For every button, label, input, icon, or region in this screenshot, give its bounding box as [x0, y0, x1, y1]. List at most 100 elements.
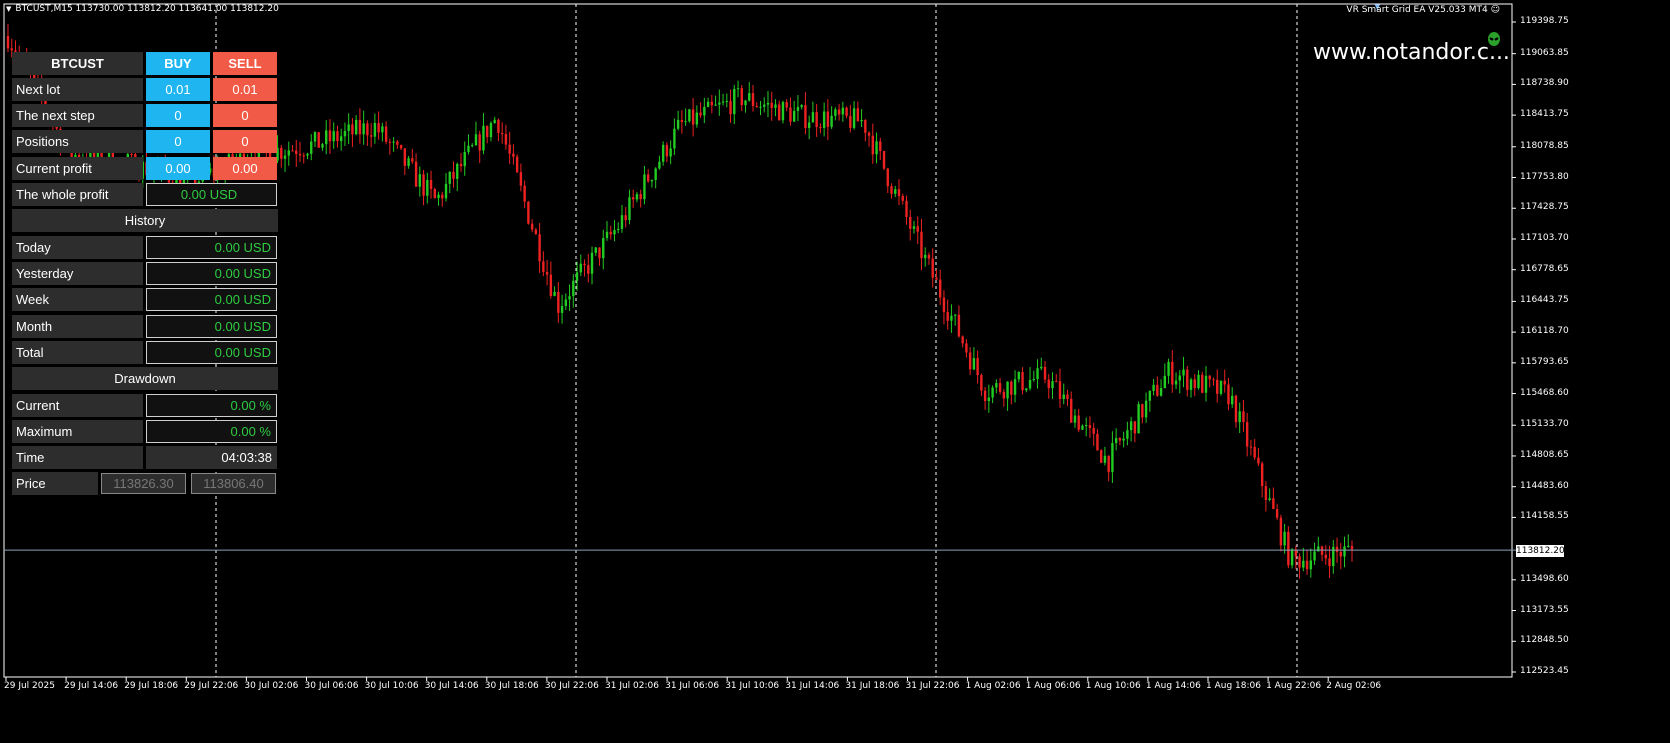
candle-body	[291, 150, 294, 152]
sell-next-lot[interactable]: 0.01	[213, 78, 277, 101]
candle-body	[583, 263, 586, 266]
candle-body	[298, 154, 302, 156]
x-axis-label: 31 Jul 06:06	[665, 681, 720, 691]
candle-body	[856, 108, 860, 122]
candle-body	[744, 100, 747, 106]
candle-body	[500, 132, 504, 135]
candle-body	[845, 107, 848, 116]
watermark: www.notandor.c...	[1313, 40, 1510, 65]
sell-current-profit[interactable]: 0.00	[213, 157, 277, 180]
candle-body	[418, 174, 422, 187]
buy-next-step[interactable]: 0	[146, 104, 210, 127]
candle-body	[403, 148, 407, 166]
candle-body	[1025, 388, 1028, 391]
candle-body	[504, 134, 508, 145]
candle-body	[703, 106, 706, 116]
candle-body	[1302, 560, 1305, 568]
y-axis-label: 116118.70	[1520, 326, 1569, 337]
row-label: Current	[12, 394, 143, 417]
y-axis-label: 117428.75	[1520, 202, 1569, 213]
candle-body	[710, 101, 714, 106]
candle-body	[549, 274, 553, 296]
symbol-header-text: BTCUST,M15 113730.00 113812.20 113641.00…	[15, 4, 279, 14]
row-label: Price	[12, 472, 98, 495]
ea-label[interactable]: VR Smart Grid EA V25.033 MT4 ☺	[1346, 5, 1500, 15]
candle-body	[1245, 422, 1249, 447]
candle-body	[1201, 374, 1204, 393]
candle-body	[946, 312, 949, 321]
x-axis-label: 1 Aug 18:06	[1206, 681, 1261, 691]
history-row-month: Month 0.00 USD	[12, 315, 280, 338]
candle-body	[1010, 381, 1013, 395]
candle-body	[751, 93, 755, 106]
candle-body	[1238, 411, 1241, 423]
candle-body	[1133, 421, 1137, 434]
candle-body	[691, 109, 695, 125]
history-title: History	[12, 209, 278, 232]
row-label: Week	[12, 288, 143, 311]
y-axis-label: 116443.75	[1520, 295, 1569, 306]
x-axis-label: 29 Jul 18:06	[124, 681, 179, 691]
history-value: 0.00 USD	[146, 288, 277, 311]
candle-body	[1043, 366, 1047, 380]
candle-body	[1047, 379, 1050, 389]
candle-body	[295, 150, 298, 155]
candle-body	[837, 109, 841, 115]
panel-row-positions: Positions 0 0	[12, 130, 280, 153]
candle-body	[538, 234, 541, 262]
candle-body	[1171, 361, 1174, 385]
candle-body	[748, 93, 751, 101]
y-axis-label: 114158.55	[1520, 511, 1569, 522]
candle-body	[373, 122, 377, 137]
candle-body	[628, 197, 631, 221]
candle-body	[489, 123, 493, 138]
panel-symbol: BTCUST	[12, 52, 143, 75]
candle-body	[785, 102, 788, 108]
row-label: The whole profit	[12, 183, 143, 206]
sell-button[interactable]: SELL	[213, 52, 277, 75]
candle-body	[968, 352, 972, 370]
candle-body	[804, 105, 807, 129]
sell-next-step[interactable]: 0	[213, 104, 277, 127]
candle-body	[774, 104, 777, 108]
candle-body	[995, 383, 998, 388]
candle-body	[1216, 379, 1219, 394]
candle-body	[1062, 394, 1065, 399]
y-axis-label: 118413.75	[1520, 109, 1569, 120]
drawdown-title: Drawdown	[12, 367, 278, 390]
buy-current-profit[interactable]: 0.00	[146, 157, 210, 180]
candle-body	[650, 179, 654, 182]
candle-body	[1152, 384, 1155, 391]
row-label: Yesterday	[12, 262, 143, 285]
sell-positions[interactable]: 0	[213, 130, 277, 153]
buy-button[interactable]: BUY	[146, 52, 210, 75]
buy-next-lot[interactable]: 0.01	[146, 78, 210, 101]
y-axis-label: 113498.60	[1520, 573, 1569, 584]
candle-body	[950, 315, 953, 321]
candle-body	[478, 134, 481, 151]
candle-body	[822, 111, 826, 128]
candle-body	[358, 119, 362, 135]
candle-body	[852, 108, 856, 128]
candle-body	[1032, 378, 1035, 380]
candle-body	[875, 141, 878, 155]
candle-body	[1343, 546, 1346, 557]
candle-body	[381, 126, 384, 133]
dropdown-arrow-icon[interactable]: ▼	[6, 5, 11, 13]
candle-body	[557, 291, 560, 313]
candle-body	[515, 156, 519, 173]
candle-body	[1350, 545, 1354, 550]
candle-body	[879, 141, 882, 151]
candle-body	[811, 112, 815, 123]
candle-body	[759, 106, 762, 108]
candle-body	[328, 130, 332, 142]
x-axis-label: 29 Jul 22:06	[184, 681, 239, 691]
row-label: Time	[12, 446, 143, 469]
buy-positions[interactable]: 0	[146, 130, 210, 153]
candle-body	[658, 161, 661, 169]
candle-body	[673, 128, 676, 149]
candle-body	[684, 121, 687, 123]
chart-window[interactable]: ▼ BTCUST,M15 113730.00 113812.20 113641.0…	[0, 0, 1670, 743]
candle-body	[909, 216, 912, 229]
candle-body	[1309, 560, 1313, 570]
